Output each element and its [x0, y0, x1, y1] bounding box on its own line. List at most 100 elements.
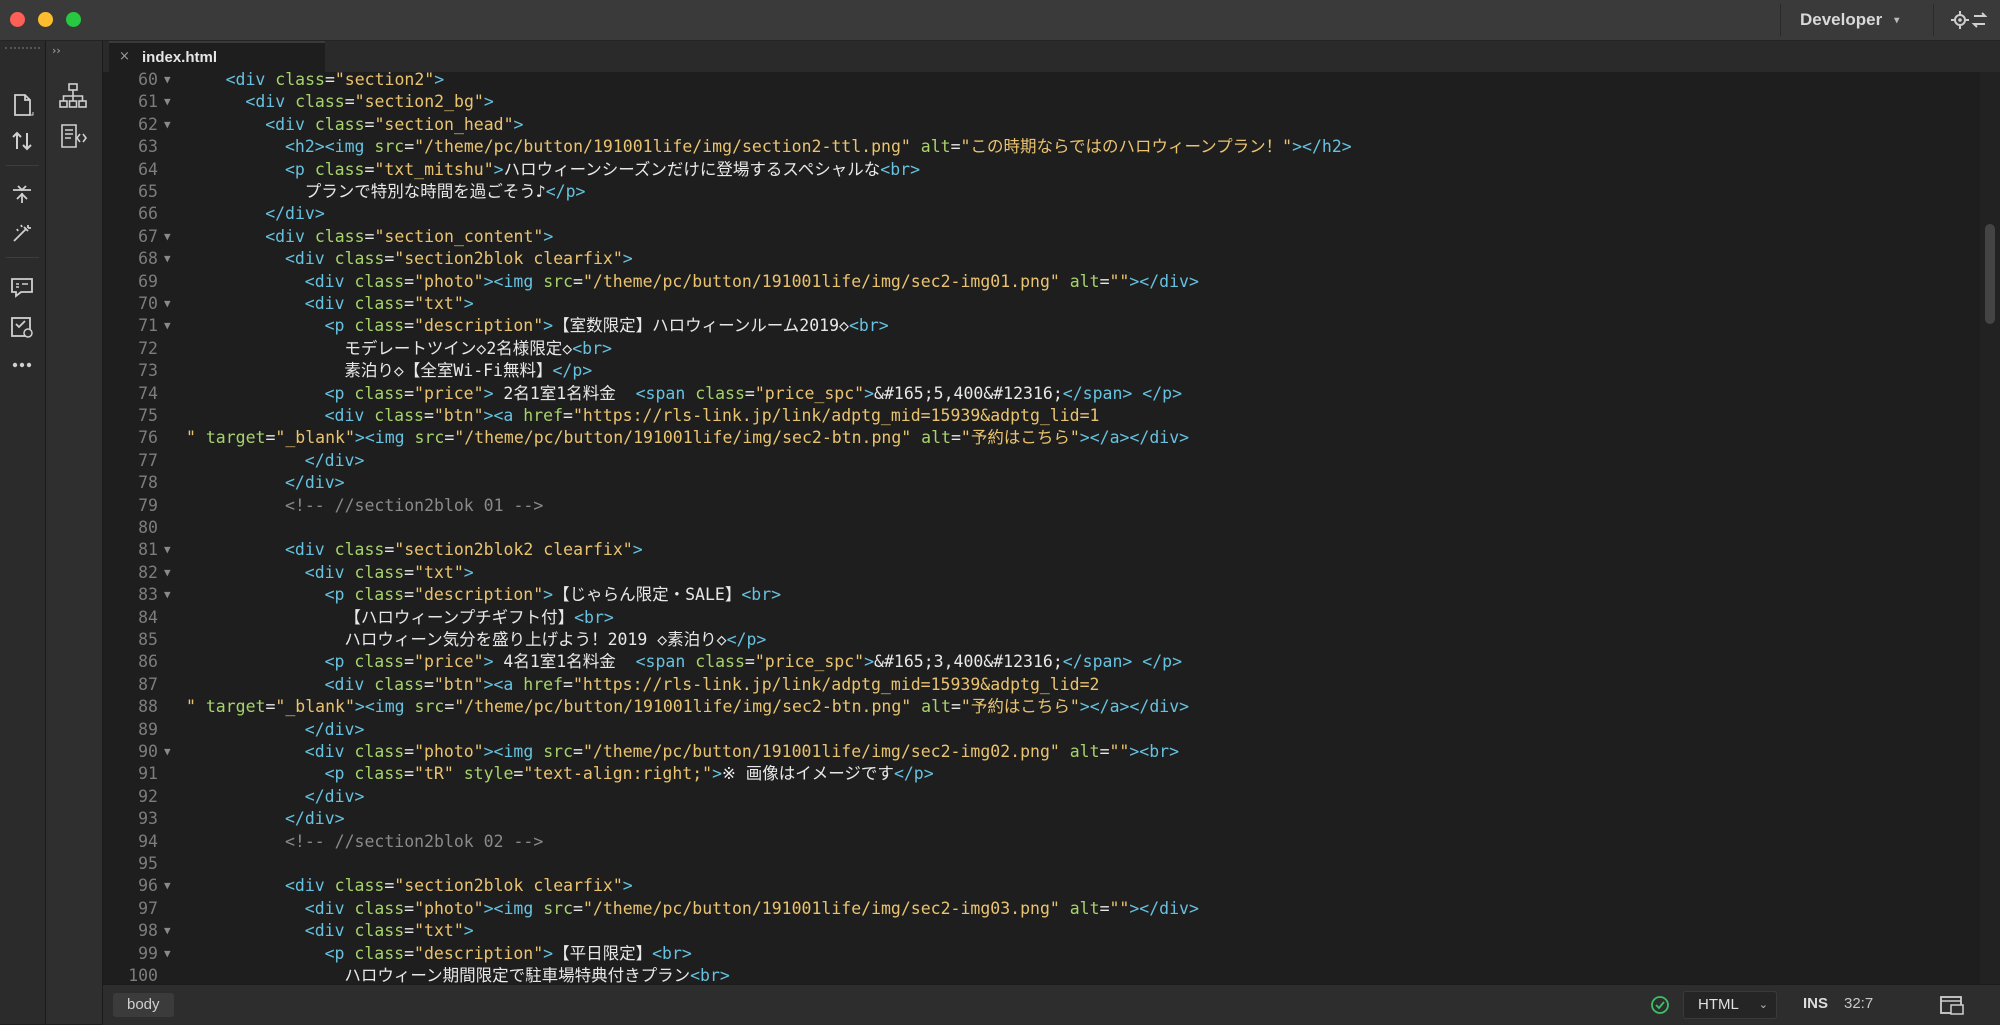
code-line[interactable]: 91 <p class="tR" style="text-align:right;…	[103, 763, 1973, 785]
line-number: 93	[138, 809, 158, 829]
code-text: <p class="txt_mitshu">ハロウィーンシーズンだけに登場するス…	[285, 159, 921, 179]
code-line[interactable]: 77 </div>	[103, 450, 1973, 472]
code-line[interactable]: 88 " target="_blank"><img src="/theme/pc/…	[103, 696, 1973, 718]
code-line[interactable]: 92 </div>	[103, 786, 1973, 808]
code-line[interactable]: 98 ▼ <div class="txt">	[103, 920, 1973, 942]
sort-icon[interactable]	[8, 127, 36, 155]
collapse-panel-button[interactable]: ››	[52, 44, 61, 57]
fold-toggle-icon[interactable]: ▼	[164, 114, 171, 136]
fold-toggle-icon[interactable]: ▼	[164, 584, 171, 606]
tab-index-html[interactable]: × index.html	[109, 41, 325, 74]
code-line[interactable]: 65 プランで特別な時間を過ごそう♪</p>	[103, 181, 1973, 203]
code-line[interactable]: 83 ▼ <p class="description">【じゃらん限定・SALE】<…	[103, 584, 1973, 606]
code-line[interactable]: 76 " target="_blank"><img src="/theme/pc/…	[103, 427, 1973, 449]
code-line[interactable]: 68 ▼ <div class="section2blok clearfix">	[103, 248, 1973, 270]
fold-toggle-icon[interactable]: ▼	[164, 539, 171, 561]
code-line[interactable]: 95	[103, 853, 1973, 875]
fold-toggle-icon[interactable]: ▼	[164, 315, 171, 337]
line-number: 94	[138, 831, 158, 851]
workspace-switcher[interactable]: Developer ▾	[1800, 9, 1899, 31]
code-line[interactable]: 100 ハロウィーン期間限定で駐車場特典付きプラン<br>	[103, 965, 1973, 984]
no-errors-check-icon[interactable]	[1650, 995, 1670, 1015]
comment-icon[interactable]	[8, 273, 36, 301]
code-text: 素泊り◇【全室Wi-Fi無料】</p>	[344, 361, 593, 381]
code-line[interactable]: 64 <p class="txt_mitshu">ハロウィーンシーズンだけに登場す…	[103, 159, 1973, 181]
code-line[interactable]: 79 <!-- //section2blok 01 -->	[103, 495, 1973, 517]
fold-toggle-icon[interactable]: ▼	[164, 248, 171, 270]
fold-toggle-icon[interactable]: ▼	[164, 91, 171, 113]
code-line[interactable]: 90 ▼ <div class="photo"><img src="/theme/p…	[103, 741, 1973, 763]
scrollbar-thumb[interactable]	[1985, 224, 1995, 324]
fold-toggle-icon[interactable]: ▼	[164, 920, 171, 942]
code-line[interactable]: 94 <!-- //section2blok 02 -->	[103, 831, 1973, 853]
fold-toggle-icon[interactable]: ▼	[164, 562, 171, 584]
code-editor[interactable]: 60 ▼ <div class="section2"> 61 ▼ <div class="…	[103, 72, 1980, 984]
more-icon[interactable]	[8, 351, 36, 379]
minimize-window-button[interactable]	[38, 12, 53, 27]
divider	[1780, 4, 1781, 36]
close-window-button[interactable]	[10, 12, 25, 27]
vertical-scrollbar[interactable]	[1980, 72, 2000, 984]
code-line[interactable]: 66 </div>	[103, 203, 1973, 225]
code-line[interactable]: 67 ▼ <div class="section_content">	[103, 226, 1973, 248]
line-number: 62	[138, 114, 158, 134]
wand-icon[interactable]	[8, 219, 36, 247]
code-line[interactable]: 61 ▼ <div class="section2_bg">	[103, 91, 1973, 113]
code-text: <div class="photo"><img src="/theme/pc/b…	[304, 898, 1199, 918]
split-icon[interactable]	[8, 181, 36, 209]
code-line[interactable]: 87 <div class="btn"><a href="https://rls-…	[103, 674, 1973, 696]
line-number: 91	[138, 764, 158, 784]
dom-tree-icon[interactable]	[58, 81, 88, 111]
code-text: <div class="section_content">	[265, 226, 554, 246]
tab-label: index.html	[142, 49, 218, 66]
insert-mode[interactable]: INS	[1803, 995, 1828, 1012]
code-line[interactable]: 82 ▼ <div class="txt">	[103, 562, 1973, 584]
line-number: 76	[138, 428, 158, 448]
language-select[interactable]: HTML ⌄	[1683, 991, 1777, 1019]
file-icon[interactable]	[8, 91, 36, 119]
code-line[interactable]: 75 <div class="btn"><a href="https://rls-…	[103, 405, 1973, 427]
code-line[interactable]: 71 ▼ <p class="description">【室数限定】ハロウィーンルー…	[103, 315, 1973, 337]
code-line[interactable]: 99 ▼ <p class="description">【平日限定】<br>	[103, 943, 1973, 965]
tag-selector[interactable]: body	[113, 993, 174, 1017]
fold-toggle-icon[interactable]: ▼	[164, 293, 171, 315]
fold-toggle-icon[interactable]: ▼	[164, 741, 171, 763]
code-text: <p class="description">【室数限定】ハロウィーンルーム20…	[324, 316, 889, 336]
code-line[interactable]: 86 <p class="price"> 4名1室1名料金 <span class…	[103, 651, 1973, 673]
code-text: <div class="section2_bg">	[245, 92, 494, 112]
code-line[interactable]: 93 </div>	[103, 808, 1973, 830]
code-line[interactable]: 85 ハロウィーン気分を盛り上げよう！2019 ◇素泊り◇</p>	[103, 629, 1973, 651]
fold-toggle-icon[interactable]: ▼	[164, 226, 171, 248]
code-text: <p class="tR" style="text-align:right;">…	[324, 764, 934, 784]
live-preview-icon[interactable]	[1939, 994, 1965, 1016]
code-line[interactable]: 73 素泊り◇【全室Wi-Fi無料】</p>	[103, 360, 1973, 382]
fold-toggle-icon[interactable]: ▼	[164, 875, 171, 897]
code-line[interactable]: 74 <p class="price"> 2名1室1名料金 <span class…	[103, 383, 1973, 405]
code-text: </div>	[304, 719, 365, 739]
code-line[interactable]: 96 ▼ <div class="section2blok clearfix">	[103, 875, 1973, 897]
code-line[interactable]: 80	[103, 517, 1973, 539]
code-line[interactable]: 62 ▼ <div class="section_head">	[103, 114, 1973, 136]
code-text: " target="_blank"><img src="/theme/pc/bu…	[186, 697, 1190, 717]
code-line[interactable]: 60 ▼ <div class="section2">	[103, 72, 1973, 91]
validate-icon[interactable]	[8, 313, 36, 341]
line-number: 64	[138, 159, 158, 179]
code-line[interactable]: 97 <div class="photo"><img src="/theme/pc…	[103, 898, 1973, 920]
line-number: 70	[138, 294, 158, 313]
fold-toggle-icon[interactable]: ▼	[164, 943, 171, 965]
code-line[interactable]: 81 ▼ <div class="section2blok2 clearfix">	[103, 539, 1973, 561]
fold-toggle-icon[interactable]: ▼	[164, 72, 171, 91]
sync-settings-icon[interactable]	[1950, 8, 1990, 32]
code-line[interactable]: 70 ▼ <div class="txt">	[103, 293, 1973, 315]
code-navigator-icon[interactable]	[58, 121, 88, 151]
maximize-window-button[interactable]	[66, 12, 81, 27]
status-bar: body HTML ⌄ INS 32:7	[103, 984, 2000, 1025]
code-line[interactable]: 84 【ハロウィーンプチギフト付】<br>	[103, 607, 1973, 629]
code-text: <div class="section2blok2 clearfix">	[285, 540, 643, 560]
code-line[interactable]: 69 <div class="photo"><img src="/theme/pc…	[103, 271, 1973, 293]
code-line[interactable]: 89 </div>	[103, 719, 1973, 741]
close-tab-icon[interactable]: ×	[119, 49, 130, 64]
code-line[interactable]: 78 </div>	[103, 472, 1973, 494]
code-line[interactable]: 63 <h2><img src="/theme/pc/button/191001l…	[103, 136, 1973, 158]
code-line[interactable]: 72 モデレートツイン◇2名様限定◇<br>	[103, 338, 1973, 360]
